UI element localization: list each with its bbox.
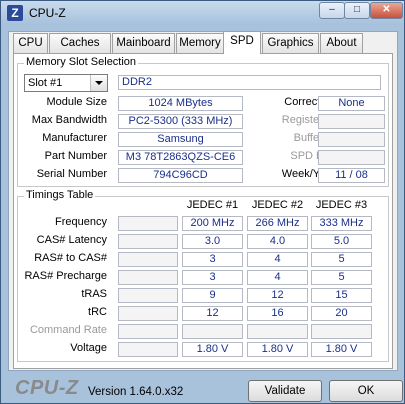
manufacturer-value: Samsung [118, 132, 243, 147]
timing-value-cell: 333 MHz [311, 216, 372, 231]
tab-caches[interactable]: Caches [49, 33, 111, 53]
week-year-value: 11 / 08 [318, 168, 385, 183]
chevron-down-icon[interactable] [90, 75, 107, 91]
tab-graphics[interactable]: Graphics [262, 33, 319, 53]
maximize-button[interactable]: □ [344, 2, 370, 19]
timing-row-label: CAS# Latency [36, 234, 107, 246]
window-title: CPU-Z [29, 6, 66, 20]
max-bandwidth-value: PC2-5300 (333 MHz) [118, 114, 243, 129]
timing-value-cell: 9 [182, 288, 243, 303]
timing-value-cell: 12 [247, 288, 308, 303]
timing-row-label: RAS# to CAS# [34, 252, 107, 264]
timing-row-label: tRC [88, 306, 107, 318]
timing-row-label: tRAS [81, 288, 107, 300]
timing-value-cell: 5.0 [311, 234, 372, 249]
timing-value-cell: 15 [311, 288, 372, 303]
timing-value-cell [311, 324, 372, 339]
version-text: Version 1.64.0.x32 [88, 386, 184, 398]
correction-value: None [318, 96, 385, 111]
module-size-value: 1024 MBytes [118, 96, 243, 111]
timing-spacer-cell [118, 288, 178, 303]
memory-type-value: DDR2 [118, 75, 381, 90]
timing-value-cell: 12 [182, 306, 243, 321]
timing-value-cell: 5 [311, 252, 372, 267]
timing-row-label: Voltage [70, 342, 107, 354]
timing-spacer-cell [118, 306, 178, 321]
timing-value-cell: 3.0 [182, 234, 243, 249]
timing-row-label: Command Rate [29, 324, 107, 336]
timing-value-cell: 1.80 V [247, 342, 308, 357]
timing-value-cell: 1.80 V [182, 342, 243, 357]
cpuz-logo: CPU-Z [15, 377, 79, 399]
timing-value-cell: 3 [182, 252, 243, 267]
tab-cpu[interactable]: CPU [13, 33, 48, 53]
timing-row-label: Frequency [55, 216, 107, 228]
timing-value-cell: 4 [247, 270, 308, 285]
timing-spacer-cell [118, 270, 178, 285]
timings-column-header: JEDEC #2 [251, 199, 304, 211]
timings-column-header: JEDEC #1 [186, 199, 239, 211]
max-bandwidth-label: Max Bandwidth [31, 114, 107, 126]
spd-panel: Memory Slot Selection Slot #1 DDR2 Modul… [13, 53, 393, 369]
cpuz-window: Z CPU-Z – □ ✕ CPU Caches Mainboard Memor… [0, 0, 405, 404]
tab-spd[interactable]: SPD [223, 31, 261, 54]
ok-button[interactable]: OK [329, 380, 403, 402]
timing-value-cell: 266 MHz [247, 216, 308, 231]
validate-button[interactable]: Validate [248, 380, 322, 402]
timing-value-cell: 20 [311, 306, 372, 321]
timing-value-cell [247, 324, 308, 339]
slot-select-value: Slot #1 [28, 77, 63, 89]
part-number-label: Part Number [44, 150, 107, 162]
timing-value-cell: 4.0 [247, 234, 308, 249]
timing-value-cell: 1.80 V [311, 342, 372, 357]
buffered-value [318, 132, 385, 147]
cpuz-app-icon: Z [7, 5, 23, 21]
timing-value-cell: 200 MHz [182, 216, 243, 231]
timing-spacer-cell [118, 342, 178, 357]
close-button[interactable]: ✕ [370, 2, 403, 19]
tab-mainboard[interactable]: Mainboard [112, 33, 175, 53]
spd-ext-value [318, 150, 385, 165]
tab-memory[interactable]: Memory [176, 33, 224, 53]
minimize-button[interactable]: – [319, 2, 345, 19]
manufacturer-label: Manufacturer [42, 132, 107, 144]
timings-column-header: JEDEC #3 [315, 199, 368, 211]
timing-value-cell: 3 [182, 270, 243, 285]
timings-group-title: Timings Table [24, 189, 96, 201]
timing-spacer-cell [118, 324, 178, 339]
serial-number-value: 794C96CD [118, 168, 243, 183]
part-number-value: M3 78T2863QZS-CE6 [118, 150, 243, 165]
timing-value-cell: 16 [247, 306, 308, 321]
timing-value-cell: 5 [311, 270, 372, 285]
memory-slot-group-title: Memory Slot Selection [24, 56, 139, 68]
timing-spacer-cell [118, 216, 178, 231]
timing-spacer-cell [118, 234, 178, 249]
module-size-label: Module Size [46, 96, 107, 108]
timing-row-label: RAS# Precharge [24, 270, 107, 282]
registered-value [318, 114, 385, 129]
tab-about[interactable]: About [320, 33, 363, 53]
serial-number-label: Serial Number [36, 168, 107, 180]
slot-select[interactable]: Slot #1 [24, 74, 108, 92]
timing-spacer-cell [118, 252, 178, 267]
timing-value-cell: 4 [247, 252, 308, 267]
title-bar[interactable]: Z CPU-Z – □ ✕ [1, 1, 404, 25]
timing-value-cell [182, 324, 243, 339]
